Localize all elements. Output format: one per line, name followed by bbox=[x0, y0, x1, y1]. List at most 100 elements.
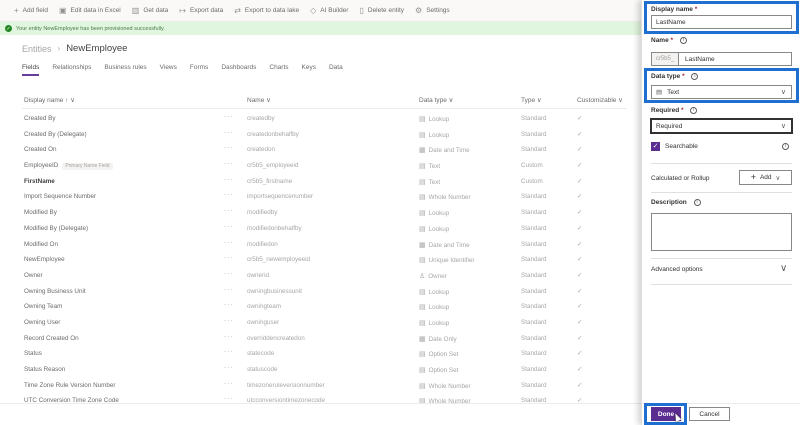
tab-fields[interactable]: Fields bbox=[22, 64, 40, 76]
table-row[interactable]: Modified By (Delegate) ··· modifiedonbehal… bbox=[0, 222, 641, 238]
cell-data-type: ▤ Unique Identifier bbox=[419, 256, 474, 264]
more-options-icon[interactable]: ··· bbox=[224, 223, 233, 230]
check-icon: ✓ bbox=[577, 115, 583, 122]
required-select[interactable]: Required ∨ bbox=[650, 118, 793, 134]
data-type-text: Whole Number bbox=[428, 398, 471, 406]
check-icon: ✓ bbox=[577, 162, 583, 170]
toolbar-item[interactable]: ⇄ Export to data lake bbox=[234, 6, 299, 15]
table-row[interactable]: Created On ··· createdon ▦ Date and Time Stan… bbox=[0, 143, 641, 159]
toolbar-item-label: AI Builder bbox=[320, 7, 349, 14]
col-name[interactable]: Name ∨ bbox=[247, 96, 271, 104]
cell-display-name: Owning Business Unit bbox=[24, 288, 86, 295]
more-options-icon[interactable]: ··· bbox=[224, 254, 233, 261]
section-divider bbox=[651, 284, 792, 285]
col-type[interactable]: Type ∨ bbox=[521, 96, 542, 104]
more-options-icon[interactable]: ··· bbox=[224, 207, 233, 214]
display-name-text: Time Zone Rule Version Number bbox=[24, 381, 116, 389]
more-options-icon[interactable]: ··· bbox=[224, 301, 233, 308]
table-row[interactable]: Status Reason ··· statuscode ▤ Option Set Sta… bbox=[0, 363, 641, 379]
tab-relationships[interactable]: Relationships bbox=[52, 64, 91, 76]
cell-type: Standard bbox=[521, 224, 547, 232]
info-icon[interactable]: i bbox=[782, 143, 789, 150]
more-options-icon[interactable]: ··· bbox=[224, 270, 233, 277]
check-icon: ✓ bbox=[577, 318, 583, 326]
table-row[interactable]: Created By (Delegate) ··· createdonbehalfb… bbox=[0, 128, 641, 144]
data-type-text: Lookup bbox=[428, 116, 450, 123]
table-row[interactable]: Owning Team ··· owningteam ▤ Lookup Standard ✓ bbox=[0, 300, 641, 316]
more-options-icon[interactable]: ··· bbox=[224, 317, 233, 324]
description-textarea[interactable] bbox=[651, 213, 792, 251]
toolbar-item[interactable]: ◇ AI Builder bbox=[310, 6, 348, 15]
col-display-name[interactable]: Display name ↑ ∨ bbox=[24, 96, 75, 104]
more-options-icon[interactable]: ··· bbox=[224, 348, 233, 355]
table-row[interactable]: Owner ··· ownerid ♙ Owner Standard ✓ bbox=[0, 269, 641, 285]
cancel-button[interactable]: Cancel bbox=[689, 407, 730, 421]
more-options-icon[interactable]: ··· bbox=[224, 144, 233, 151]
check-icon: ✓ bbox=[577, 287, 583, 295]
toolbar-item[interactable]: ▥ Get data bbox=[132, 6, 169, 15]
more-options-icon[interactable]: ··· bbox=[224, 286, 233, 293]
tab-business-rules[interactable]: Business rules bbox=[104, 64, 146, 76]
searchable-checkbox[interactable]: ✓ bbox=[651, 142, 660, 151]
tab-dashboards[interactable]: Dashboards bbox=[221, 64, 256, 76]
table-row[interactable]: Status ··· statecode ▤ Option Set Standard ✓ bbox=[0, 347, 641, 363]
more-options-icon[interactable]: ··· bbox=[224, 191, 233, 198]
cell-type: Custom bbox=[521, 177, 543, 185]
tab-keys[interactable]: Keys bbox=[302, 64, 316, 76]
required-value: Required bbox=[656, 122, 683, 130]
more-options-icon[interactable]: ··· bbox=[224, 160, 233, 167]
table-row[interactable]: Modified By ··· modifiedby ▤ Lookup Standard ✓ bbox=[0, 206, 641, 222]
data-type-text: Date and Time bbox=[428, 147, 470, 155]
required-asterisk: * bbox=[680, 107, 684, 115]
cell-display-name: Modified By bbox=[24, 209, 57, 216]
cell-type: Standard bbox=[521, 381, 547, 389]
more-options-icon[interactable]: ··· bbox=[224, 380, 233, 387]
tab-charts[interactable]: Charts bbox=[269, 64, 288, 76]
toolbar-item[interactable]: ↦ Export data bbox=[179, 6, 223, 15]
info-icon[interactable]: i bbox=[690, 107, 698, 114]
tab-data[interactable]: Data bbox=[329, 64, 343, 76]
toolbar-item[interactable]: ▣ Edit data in Excel bbox=[59, 6, 121, 15]
display-name-text: Status Reason bbox=[24, 366, 66, 373]
check-icon: ✓ bbox=[577, 224, 583, 232]
table-row[interactable]: Created By ··· createdby ▤ Lookup Standard ✓ bbox=[0, 112, 641, 128]
table-row[interactable]: Time Zone Rule Version Number ··· timezone… bbox=[0, 379, 641, 395]
more-options-icon[interactable]: ··· bbox=[224, 364, 233, 371]
table-row[interactable]: Record Created On ··· overriddencreatedon ▦… bbox=[0, 332, 641, 348]
entity-tabs: Fields Relationships Business rules Views Fo… bbox=[22, 64, 343, 76]
chevron-down-icon: ∨ bbox=[780, 123, 786, 130]
more-options-icon[interactable]: ··· bbox=[224, 333, 233, 340]
table-row[interactable]: Import Sequence Number ··· importsequencen… bbox=[0, 190, 641, 206]
more-options-icon[interactable]: ··· bbox=[224, 395, 233, 402]
table-row[interactable]: FirstName ··· cr5b5_firstname ▤ Text Custom ✓ bbox=[0, 175, 641, 191]
cell-display-name: Created On bbox=[24, 146, 57, 153]
more-options-icon[interactable]: ··· bbox=[224, 239, 233, 246]
info-icon[interactable]: i bbox=[693, 199, 701, 206]
bottom-divider bbox=[0, 403, 641, 404]
tab-forms[interactable]: Forms bbox=[190, 64, 208, 76]
table-row[interactable]: NewEmployee ··· cr5b5_newemployeeid ▤ Unique… bbox=[0, 253, 641, 269]
more-options-icon[interactable]: ··· bbox=[224, 113, 233, 120]
table-row[interactable]: Owning User ··· owninguser ▤ Lookup Standard ✓ bbox=[0, 316, 641, 332]
col-data-type[interactable]: Data type ∨ bbox=[419, 96, 453, 104]
cell-data-type: ▤ Lookup bbox=[419, 115, 449, 123]
table-row[interactable]: EmployeeID Primary Name Field ··· cr5b5_emp… bbox=[0, 159, 641, 175]
cell-data-type: ▦ Date Only bbox=[419, 335, 457, 343]
cell-name: owningteam bbox=[247, 303, 281, 311]
more-options-icon[interactable]: ··· bbox=[224, 129, 233, 136]
advanced-options-label[interactable]: Advanced options bbox=[651, 266, 703, 273]
datalake-icon: ⇄ bbox=[234, 6, 241, 15]
info-icon[interactable]: i bbox=[679, 37, 687, 44]
table-row[interactable]: Owning Business Unit ··· owningbusinessuni… bbox=[0, 285, 641, 301]
table-row[interactable]: Modified On ··· modifiedon ▦ Date and Time St… bbox=[0, 238, 641, 254]
col-customizable[interactable]: Customizable ∨ bbox=[577, 96, 623, 104]
breadcrumb-entities[interactable]: Entities bbox=[22, 44, 52, 54]
add-calculated-button[interactable]: + Add ∨ bbox=[739, 170, 792, 185]
toolbar-item[interactable]: ⚙ Settings bbox=[415, 6, 450, 15]
more-options-icon[interactable]: ··· bbox=[224, 176, 233, 183]
name-input[interactable]: LastName bbox=[678, 52, 792, 66]
toolbar-item[interactable]: + Add field bbox=[14, 6, 48, 15]
chevron-down-icon[interactable]: ∨ bbox=[780, 263, 787, 274]
toolbar-item[interactable]: ▯ Delete entity bbox=[359, 6, 404, 15]
tab-views[interactable]: Views bbox=[160, 64, 177, 76]
